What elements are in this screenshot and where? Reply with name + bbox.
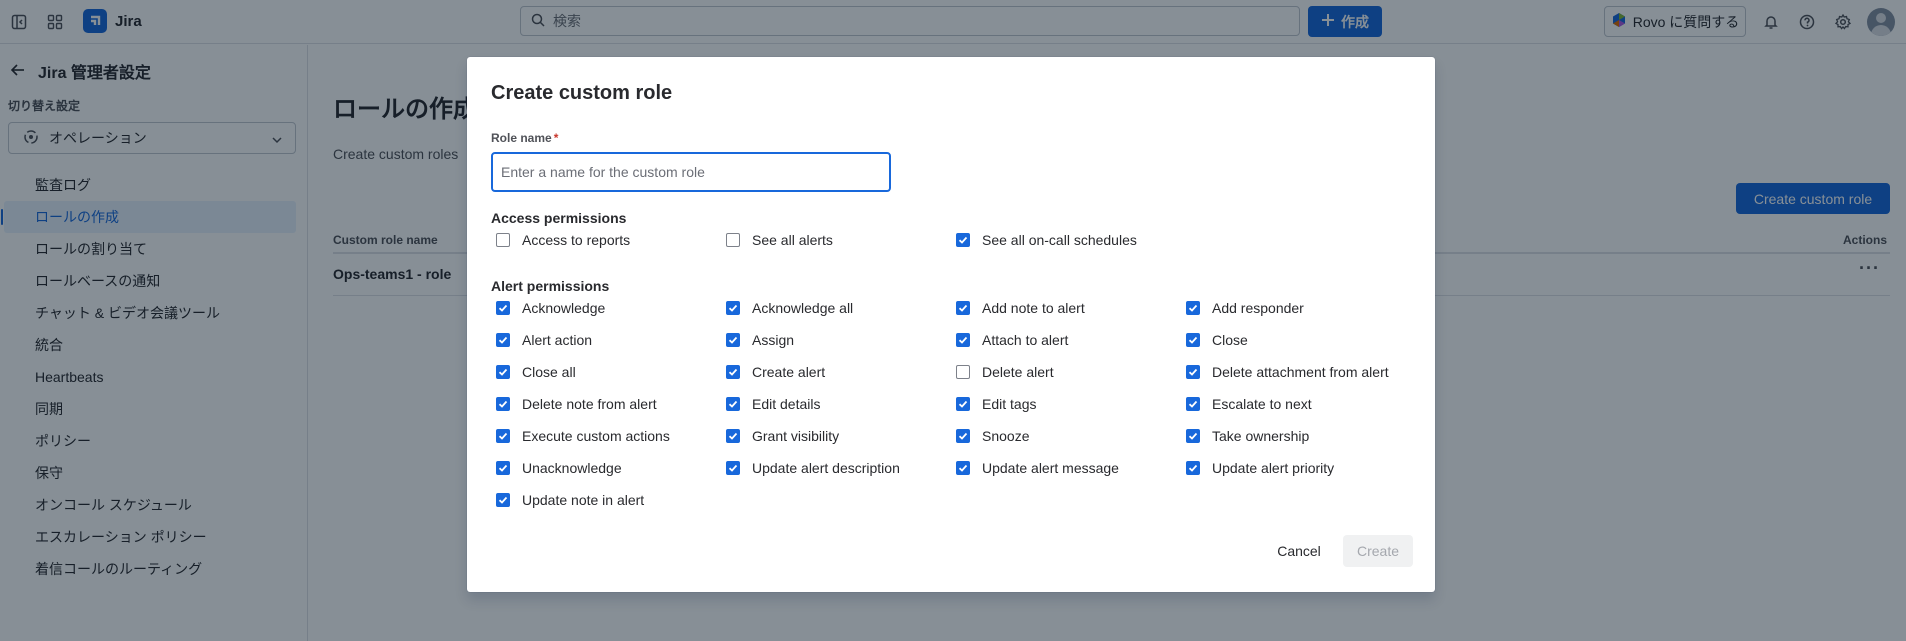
- permission-label: Delete alert: [982, 364, 1054, 380]
- permission-label: Acknowledge: [522, 300, 606, 316]
- checkbox-checked[interactable]: [726, 397, 740, 411]
- permission-delete-alert[interactable]: Delete alert: [956, 356, 1186, 388]
- checkbox-checked[interactable]: [726, 333, 740, 347]
- permission-label: Close all: [522, 364, 576, 380]
- permission-label: Update note in alert: [522, 492, 645, 508]
- checkbox-unchecked[interactable]: [496, 233, 510, 247]
- checkbox-checked[interactable]: [1186, 397, 1200, 411]
- role-name-input[interactable]: [491, 152, 891, 192]
- permission-assign[interactable]: Assign: [726, 324, 956, 356]
- permission-label: Delete note from alert: [522, 396, 657, 412]
- checkbox-checked[interactable]: [1186, 461, 1200, 475]
- permission-see-all-alerts[interactable]: See all alerts: [726, 224, 956, 256]
- checkbox-checked[interactable]: [956, 233, 970, 247]
- checkbox-unchecked[interactable]: [956, 365, 970, 379]
- role-name-label: Role name *: [491, 131, 558, 145]
- checkbox-checked[interactable]: [496, 301, 510, 315]
- permission-edit-details[interactable]: Edit details: [726, 388, 956, 420]
- checkbox-checked[interactable]: [496, 397, 510, 411]
- permission-add-note-to-alert[interactable]: Add note to alert: [956, 292, 1186, 324]
- permission-label: Add responder: [1212, 300, 1304, 316]
- permission-alert-action[interactable]: Alert action: [496, 324, 726, 356]
- access-permissions-list: Access to reports See all alerts See all o…: [496, 224, 1416, 256]
- permission-edit-tags[interactable]: Edit tags: [956, 388, 1186, 420]
- checkbox-checked[interactable]: [956, 397, 970, 411]
- permission-delete-attachment-from-alert[interactable]: Delete attachment from alert: [1186, 356, 1416, 388]
- permission-label: Snooze: [982, 428, 1030, 444]
- permission-label: Unacknowledge: [522, 460, 622, 476]
- permission-acknowledge-all[interactable]: Acknowledge all: [726, 292, 956, 324]
- checkbox-checked[interactable]: [496, 429, 510, 443]
- permission-see-all-on-call-schedules[interactable]: See all on-call schedules: [956, 224, 1186, 256]
- permission-label: Execute custom actions: [522, 428, 670, 444]
- permission-grant-visibility[interactable]: Grant visibility: [726, 420, 956, 452]
- permission-label: Grant visibility: [752, 428, 840, 444]
- checkbox-checked[interactable]: [496, 461, 510, 475]
- permission-label: Edit tags: [982, 396, 1037, 412]
- checkbox-checked[interactable]: [1186, 429, 1200, 443]
- dialog-title: Create custom role: [491, 82, 673, 104]
- checkbox-checked[interactable]: [496, 493, 510, 507]
- permission-label: Access to reports: [522, 232, 631, 248]
- permission-label: Close: [1212, 332, 1248, 348]
- create-role-button[interactable]: Create: [1343, 535, 1413, 567]
- checkbox-checked[interactable]: [496, 333, 510, 347]
- permission-update-alert-description[interactable]: Update alert description: [726, 452, 956, 484]
- permission-label: Create alert: [752, 364, 826, 380]
- permission-label: Update alert message: [982, 460, 1119, 476]
- permission-create-alert[interactable]: Create alert: [726, 356, 956, 388]
- permission-close-all[interactable]: Close all: [496, 356, 726, 388]
- required-asterisk: *: [553, 131, 559, 145]
- checkbox-checked[interactable]: [956, 333, 970, 347]
- checkbox-checked[interactable]: [726, 429, 740, 443]
- checkbox-checked[interactable]: [956, 301, 970, 315]
- checkbox-checked[interactable]: [726, 301, 740, 315]
- alert-permissions-list: Acknowledge Acknowledge all Add note to al…: [496, 292, 1416, 516]
- permission-label: Alert action: [522, 332, 593, 348]
- permission-label: Attach to alert: [982, 332, 1069, 348]
- permission-update-alert-message[interactable]: Update alert message: [956, 452, 1186, 484]
- permission-take-ownership[interactable]: Take ownership: [1186, 420, 1416, 452]
- checkbox-checked[interactable]: [726, 365, 740, 379]
- checkbox-checked[interactable]: [956, 461, 970, 475]
- cancel-button[interactable]: Cancel: [1266, 535, 1332, 567]
- checkbox-checked[interactable]: [956, 429, 970, 443]
- permission-label: Edit details: [752, 396, 821, 412]
- permission-label: Escalate to next: [1212, 396, 1312, 412]
- checkbox-unchecked[interactable]: [726, 233, 740, 247]
- role-name-label-text: Role name: [491, 131, 552, 145]
- permission-unacknowledge[interactable]: Unacknowledge: [496, 452, 726, 484]
- permission-label: See all on-call schedules: [982, 232, 1137, 248]
- checkbox-checked[interactable]: [1186, 301, 1200, 315]
- checkbox-checked[interactable]: [1186, 365, 1200, 379]
- create-custom-role-dialog: Create custom role Role name* Access per…: [467, 57, 1435, 592]
- permission-label: Take ownership: [1212, 428, 1310, 444]
- permission-label: Assign: [752, 332, 795, 348]
- permission-add-responder[interactable]: Add responder: [1186, 292, 1416, 324]
- permission-attach-to-alert[interactable]: Attach to alert: [956, 324, 1186, 356]
- permission-access-to-reports[interactable]: Access to reports: [496, 224, 726, 256]
- checkbox-checked[interactable]: [496, 365, 510, 379]
- permission-snooze[interactable]: Snooze: [956, 420, 1186, 452]
- permission-delete-note-from-alert[interactable]: Delete note from alert: [496, 388, 726, 420]
- permission-acknowledge[interactable]: Acknowledge: [496, 292, 726, 324]
- checkbox-checked[interactable]: [1186, 333, 1200, 347]
- permission-label: See all alerts: [752, 232, 833, 248]
- permission-update-alert-priority[interactable]: Update alert priority: [1186, 452, 1416, 484]
- permission-update-note-in-alert[interactable]: Update note in alert: [496, 484, 726, 516]
- permission-close[interactable]: Close: [1186, 324, 1416, 356]
- permission-label: Add note to alert: [982, 300, 1085, 316]
- permission-label: Acknowledge all: [752, 300, 854, 316]
- permission-label: Update alert priority: [1212, 460, 1335, 476]
- permission-execute-custom-actions[interactable]: Execute custom actions: [496, 420, 726, 452]
- permission-escalate-to-next[interactable]: Escalate to next: [1186, 388, 1416, 420]
- permission-label: Delete attachment from alert: [1212, 364, 1389, 380]
- checkbox-checked[interactable]: [726, 461, 740, 475]
- permission-label: Update alert description: [752, 460, 900, 476]
